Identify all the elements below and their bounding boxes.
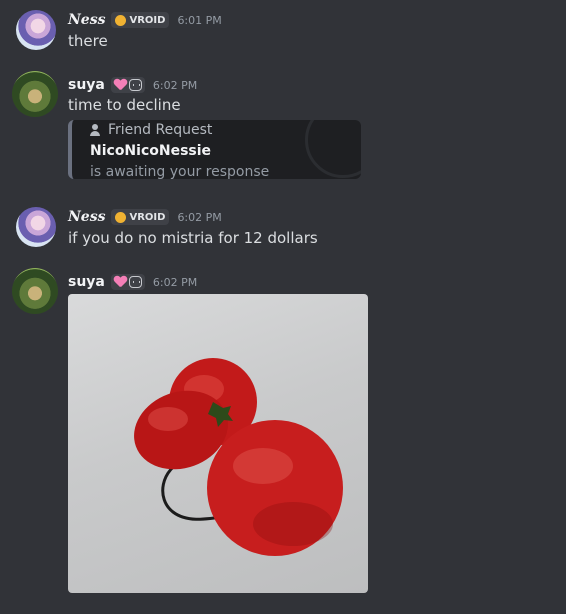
message-text: if you do no mistria for 12 dollars [68, 229, 318, 247]
face-icon [128, 276, 142, 288]
timestamp[interactable]: 6:02 PM [153, 276, 197, 289]
embed-header: Friend Request [90, 122, 212, 138]
emoji-badges[interactable] [110, 77, 145, 93]
avatar[interactable] [16, 10, 56, 50]
badge-dot-icon [115, 211, 127, 223]
emoji-badges[interactable] [110, 274, 145, 290]
message-header: Ness VROID 6:02 PM [68, 207, 222, 227]
message-1: Ness VROID 6:01 PM there [0, 10, 566, 58]
badge-dot-icon [115, 14, 127, 26]
author-name[interactable]: suya [68, 77, 105, 93]
author-name[interactable]: Ness [68, 209, 105, 225]
badge-label: VROID [129, 14, 166, 26]
tomato-image [134, 358, 343, 556]
timestamp[interactable]: 6:01 PM [177, 14, 221, 27]
image-attachment[interactable] [68, 294, 368, 593]
embed-header-label: Friend Request [108, 122, 213, 138]
avatar[interactable] [16, 207, 56, 247]
face-icon [128, 79, 142, 91]
message-text: time to decline [68, 96, 181, 114]
heart-icon [114, 276, 127, 288]
avatar[interactable] [12, 71, 58, 117]
embed-title[interactable]: NicoNicoNessie [90, 143, 211, 159]
message-text: there [68, 32, 108, 50]
embed-decoration [305, 120, 361, 178]
author-name[interactable]: suya [68, 274, 105, 290]
author-name[interactable]: Ness [68, 12, 105, 28]
heart-icon [114, 79, 127, 91]
timestamp[interactable]: 6:02 PM [177, 211, 221, 224]
message-header: suya 6:02 PM [68, 272, 197, 292]
avatar[interactable] [12, 268, 58, 314]
role-badge[interactable]: VROID [111, 12, 170, 28]
user-icon [90, 124, 102, 136]
badge-label: VROID [129, 211, 166, 223]
message-header: Ness VROID 6:01 PM [68, 10, 222, 30]
message-header: suya 6:02 PM [68, 75, 197, 95]
message-3: Ness VROID 6:02 PM if you do no mistria … [0, 207, 566, 255]
embed-subtitle: is awaiting your response [90, 164, 270, 179]
friend-request-embed[interactable]: Friend Request NicoNicoNessie is awaitin… [68, 120, 361, 179]
role-badge[interactable]: VROID [111, 209, 170, 225]
timestamp[interactable]: 6:02 PM [153, 79, 197, 92]
